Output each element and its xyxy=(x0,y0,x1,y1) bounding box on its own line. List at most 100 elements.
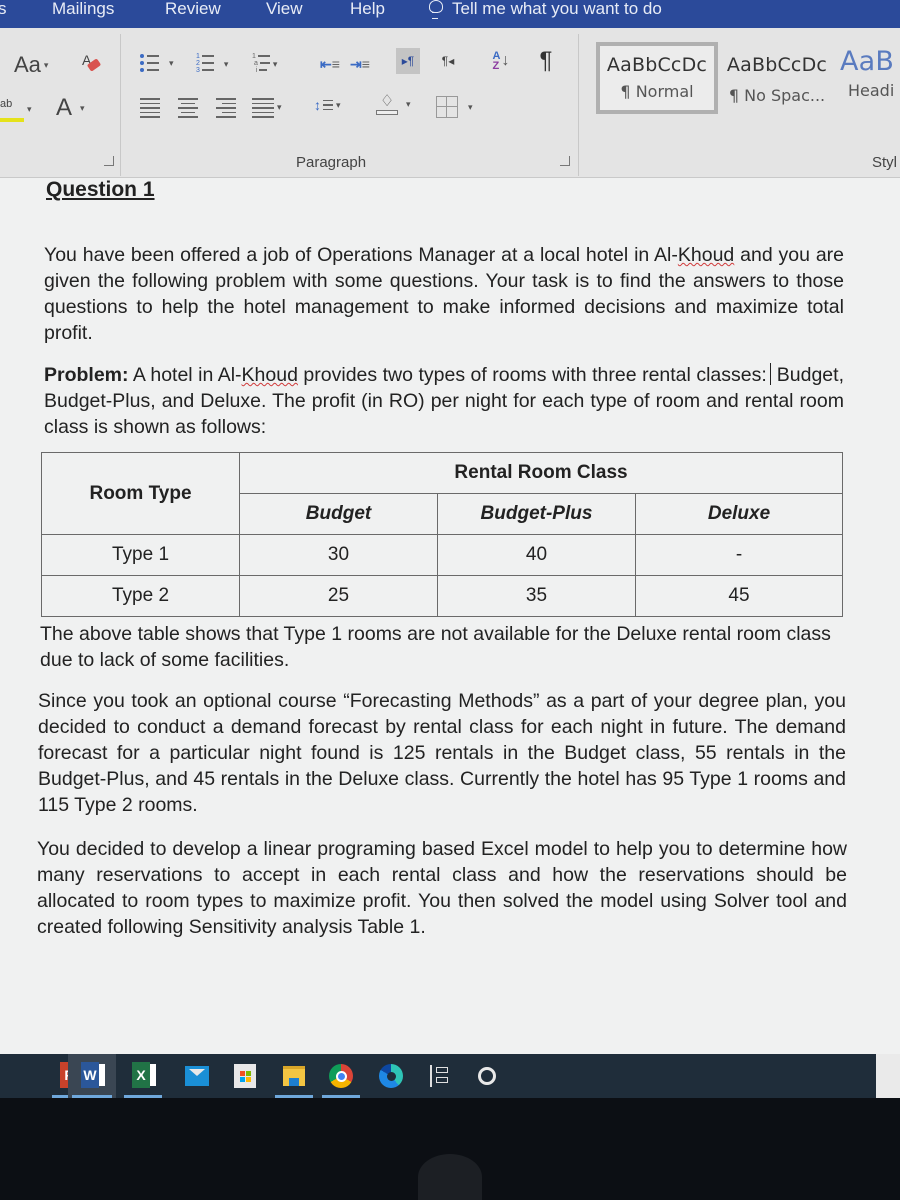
tab-references[interactable]: s xyxy=(0,0,7,18)
rtl-direction-button[interactable]: ¶◂ xyxy=(436,48,460,74)
chevron-down-icon: ▾ xyxy=(169,57,174,68)
style-name: Headi xyxy=(848,81,895,100)
text-cursor xyxy=(769,363,772,385)
align-center-icon xyxy=(178,98,198,118)
intro-paragraph: You have been offered a job of Operation… xyxy=(44,244,845,344)
profit-cell: 45 xyxy=(635,575,843,617)
taskbar-cortana[interactable] xyxy=(464,1054,510,1098)
align-center-button[interactable] xyxy=(178,98,198,118)
bullet-list-icon xyxy=(140,54,159,72)
show-formatting-marks-button[interactable]: ¶ xyxy=(534,46,558,76)
tell-me-label: Tell me what you want to do xyxy=(452,0,662,18)
numbered-list-icon: 1 2 3 xyxy=(196,53,214,74)
decrease-indent-button[interactable]: ⇤≡ xyxy=(318,52,342,76)
taskbar-word[interactable]: W xyxy=(68,1054,116,1098)
room-type-cell: Type 1 xyxy=(41,534,240,576)
font-dialog-launcher[interactable] xyxy=(104,156,114,166)
pilcrow-icon: ¶ xyxy=(539,47,553,74)
tab-mailings[interactable]: Mailings xyxy=(52,0,114,18)
justify-button[interactable]: ▾ xyxy=(252,98,282,118)
spelling-error: Khoud xyxy=(241,364,298,386)
multilevel-list-icon: 1 a i xyxy=(252,53,270,74)
clear-formatting-button[interactable]: A xyxy=(80,52,102,74)
sort-button[interactable]: A Z ↓ xyxy=(488,46,514,76)
taskbar-mail[interactable] xyxy=(174,1054,220,1098)
bullets-button[interactable]: ▾ xyxy=(140,54,174,72)
column-header-deluxe: Deluxe xyxy=(635,493,843,535)
change-case-icon: Aa xyxy=(14,52,41,77)
profit-table: Room Type Rental Room Class Budget Budge… xyxy=(41,452,843,617)
shading-button[interactable]: ♢ ▾ xyxy=(376,94,411,115)
store-bag-icon xyxy=(234,1064,256,1088)
screen-edge xyxy=(876,1054,900,1098)
rental-class-header: Rental Room Class xyxy=(239,452,843,494)
edge-icon xyxy=(379,1064,403,1088)
tab-help[interactable]: Help xyxy=(350,0,385,18)
spelling-error: Khoud xyxy=(677,244,735,266)
numbering-button[interactable]: 1 2 3 ▾ xyxy=(196,53,229,74)
taskbar-file-explorer[interactable] xyxy=(271,1054,317,1098)
tab-review[interactable]: Review xyxy=(165,0,221,18)
problem-paragraph: Problem: A hotel in Al-Khoud provides tw… xyxy=(44,363,844,438)
highlight-button[interactable]: ab ▾ xyxy=(0,96,32,122)
group-separator xyxy=(120,34,121,176)
style-name: ¶ No Spac... xyxy=(728,86,826,105)
table-row: Type 2 25 35 45 xyxy=(41,575,843,617)
word-icon: W xyxy=(81,1059,105,1093)
taskbar-edge[interactable] xyxy=(368,1054,414,1098)
ltr-direction-button[interactable]: ▸¶ xyxy=(396,48,420,74)
align-right-button[interactable] xyxy=(216,98,236,118)
taskbar-store[interactable] xyxy=(222,1054,268,1098)
cortana-circle-icon xyxy=(478,1067,496,1085)
style-no-spacing[interactable]: AaBbCcDc ¶ No Spac... xyxy=(718,42,836,114)
hp-logo xyxy=(418,1154,482,1200)
chevron-down-icon: ▾ xyxy=(223,58,229,69)
tab-view[interactable]: View xyxy=(266,0,303,18)
column-header-budget: Budget xyxy=(239,493,438,535)
align-left-button[interactable] xyxy=(140,98,160,118)
decrease-indent-icon: ⇤≡ xyxy=(320,55,340,72)
chevron-down-icon: ▾ xyxy=(277,102,282,113)
chrome-icon xyxy=(329,1064,353,1088)
ltr-paragraph-icon: ▸¶ xyxy=(401,54,415,68)
room-type-cell: Type 2 xyxy=(41,575,240,617)
taskbar-task-view[interactable] xyxy=(416,1054,462,1098)
styles-group-label: Styl xyxy=(872,154,898,171)
folder-icon xyxy=(283,1066,305,1086)
excel-icon: X xyxy=(132,1059,156,1093)
group-separator xyxy=(578,34,579,176)
paragraph-dialog-launcher[interactable] xyxy=(560,156,570,166)
taskbar-excel[interactable]: X xyxy=(120,1054,166,1098)
increase-indent-button[interactable]: ⇥≡ xyxy=(348,52,372,76)
model-paragraph: You decided to develop a linear programi… xyxy=(37,838,847,938)
change-case-button[interactable]: Aa ▾ xyxy=(14,52,48,78)
problem-label: Problem: xyxy=(44,364,129,386)
table-header-row: Room Type Rental Room Class xyxy=(41,452,843,535)
style-name: ¶ Normal xyxy=(620,82,694,101)
borders-grid-icon xyxy=(436,96,458,118)
style-normal[interactable]: AaBbCcDc ¶ Normal xyxy=(596,42,718,114)
profit-cell: 40 xyxy=(437,534,636,576)
style-heading-1[interactable]: AaB Headi xyxy=(840,42,900,114)
rtl-paragraph-icon: ¶◂ xyxy=(441,54,455,68)
taskbar-chrome[interactable] xyxy=(318,1054,364,1098)
document-page[interactable]: Question 1 You have been offered a job o… xyxy=(0,178,900,1054)
chevron-down-icon: ▾ xyxy=(80,102,85,113)
font-color-button[interactable]: A ▾ xyxy=(56,94,85,122)
clear-formatting-icon: A xyxy=(80,52,102,74)
style-sample: AaBbCcDc xyxy=(726,54,828,76)
line-spacing-button[interactable]: ↕ ▾ xyxy=(314,98,341,112)
line-spacing-icon: ↕ xyxy=(314,98,333,112)
highlight-icon: ab xyxy=(0,96,24,122)
multilevel-list-button[interactable]: 1 a i ▾ xyxy=(252,53,277,74)
room-type-header: Room Type xyxy=(41,452,240,535)
chevron-down-icon: ▾ xyxy=(336,99,341,110)
increase-indent-icon: ⇥≡ xyxy=(350,55,370,72)
ribbon: Aa ▾ A ab ▾ A ▾ ▾ 1 2 3 ▾ 1 a i ▾ ⇤≡ ⇥≡ … xyxy=(0,28,900,178)
style-sample: AaB xyxy=(840,46,895,77)
borders-button[interactable]: ▾ xyxy=(436,96,473,118)
chevron-down-icon: ▾ xyxy=(468,101,473,112)
forecast-paragraph: Since you took an optional course “Forec… xyxy=(38,690,846,816)
paragraph-group-label: Paragraph xyxy=(296,154,367,171)
tell-me-search[interactable]: Tell me what you want to do xyxy=(428,0,662,19)
